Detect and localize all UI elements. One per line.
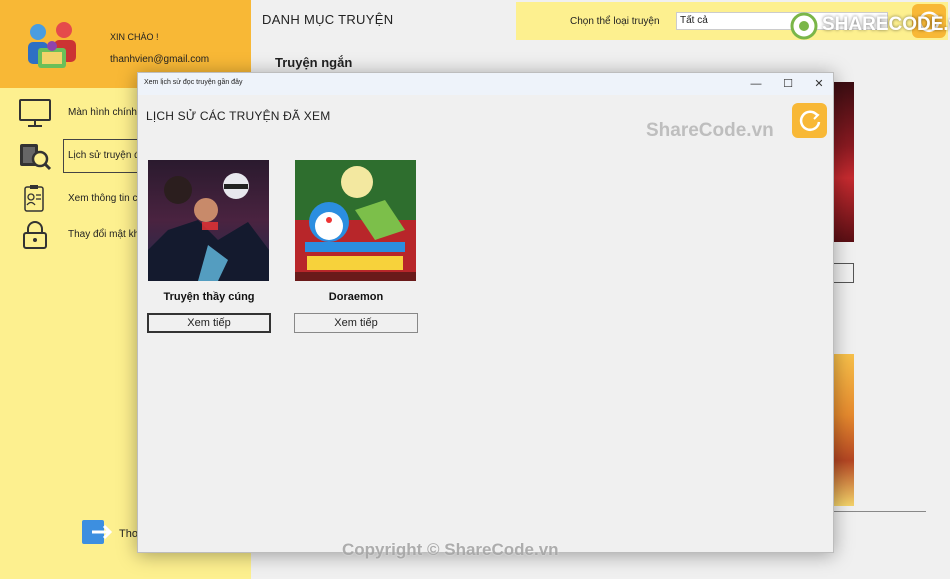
maximize-button[interactable]: ☐ bbox=[772, 73, 804, 95]
minimize-button[interactable]: — bbox=[740, 73, 772, 95]
monitor-icon bbox=[19, 99, 51, 127]
sharecode-logo: SHARECODE.vn bbox=[790, 10, 950, 40]
refresh-icon bbox=[799, 110, 821, 131]
watermark-text: ShareCode.vn bbox=[646, 120, 774, 141]
sharecode-logo-text: SHARECODE.vn bbox=[822, 14, 950, 35]
story-action-button[interactable] bbox=[833, 263, 854, 283]
lock-icon bbox=[23, 221, 47, 249]
genre-filter-label: Chọn thể loại truyện bbox=[570, 16, 660, 27]
story-title: Truyện thầy cúng bbox=[163, 291, 255, 303]
continue-reading-button[interactable]: Xem tiếp bbox=[147, 313, 271, 333]
page-title: DANH MỤC TRUYỆN bbox=[262, 12, 394, 27]
story-cover-image[interactable] bbox=[833, 354, 854, 506]
close-button[interactable]: ✕ bbox=[803, 73, 835, 95]
greeting-text: XIN CHÀO ! bbox=[110, 32, 159, 42]
users-logo-icon bbox=[28, 22, 76, 68]
divider bbox=[834, 511, 926, 512]
book-search-icon bbox=[20, 144, 52, 171]
story-cover-image[interactable] bbox=[295, 160, 416, 281]
story-title: Doraemon bbox=[328, 291, 384, 303]
continue-reading-button[interactable]: Xem tiếp bbox=[294, 313, 418, 333]
dialog-title: Xem lịch sử đọc truyện gần đây bbox=[144, 79, 243, 86]
sidebar-item-label: Màn hình chính bbox=[68, 107, 137, 118]
story-cover-image[interactable] bbox=[148, 160, 269, 281]
refresh-button[interactable] bbox=[792, 103, 827, 138]
logout-icon bbox=[82, 520, 113, 544]
user-email: thanhvien@gmail.com bbox=[110, 54, 210, 65]
id-card-icon bbox=[24, 185, 44, 212]
dialog-titlebar[interactable]: Xem lịch sử đọc truyện gần đây — ☐ ✕ bbox=[138, 73, 833, 95]
sharecode-logo-icon bbox=[790, 12, 818, 40]
dialog-heading: LỊCH SỬ CÁC TRUYỆN ĐÃ XEM bbox=[146, 109, 331, 123]
story-cover-image[interactable] bbox=[833, 82, 854, 242]
history-dialog: Xem lịch sử đọc truyện gần đây — ☐ ✕ LỊC… bbox=[137, 72, 834, 553]
copyright-watermark: Copyright © ShareCode.vn bbox=[342, 540, 559, 559]
section-title: Truyện ngắn bbox=[275, 55, 353, 70]
